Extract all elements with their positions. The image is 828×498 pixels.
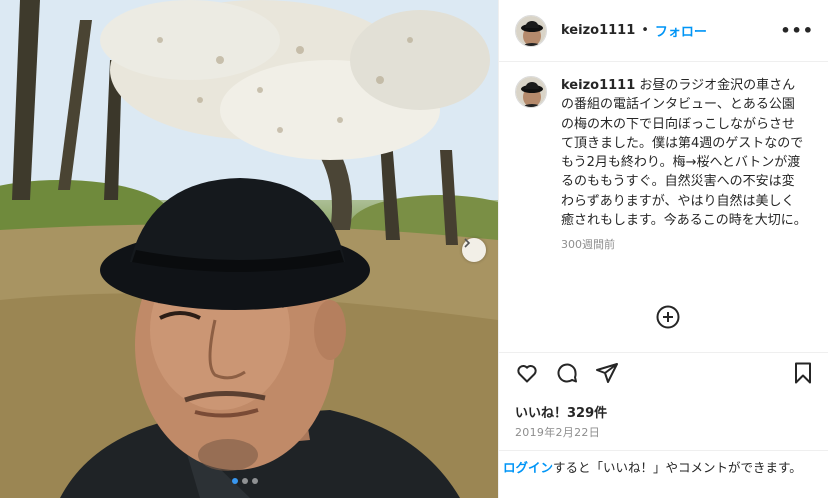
follow-button[interactable]: フォロー xyxy=(655,21,707,40)
heart-icon[interactable] xyxy=(515,361,539,385)
avatar-image xyxy=(516,15,546,46)
caption-username[interactable]: keizo1111 xyxy=(561,78,635,93)
caption-body: お昼のラジオ金沢の車さんの番組の電話インタビュー、とある公園の梅の木の下で日向ぼ… xyxy=(561,78,807,229)
login-prompt-text: すると「いいね！」やコメントができます。 xyxy=(553,460,802,475)
bookmark-icon[interactable] xyxy=(791,361,815,385)
carousel-dot xyxy=(242,478,248,484)
post-photo[interactable] xyxy=(0,0,498,498)
instagram-post: keizo1111 • フォロー ••• keizo1111 お昼のラジオ金沢の… xyxy=(0,0,828,498)
action-bar xyxy=(499,352,828,396)
next-photo-button[interactable] xyxy=(462,238,486,262)
chevron-right-icon xyxy=(464,238,471,248)
share-icon[interactable] xyxy=(595,361,619,385)
like-count[interactable]: いいね！329件 xyxy=(515,402,607,421)
header-username[interactable]: keizo1111 xyxy=(561,23,635,38)
avatar[interactable] xyxy=(515,14,547,47)
post-header: keizo1111 • フォロー ••• xyxy=(499,0,828,62)
caption-area: keizo1111 お昼のラジオ金沢の車さんの番組の電話インタビュー、とある公園… xyxy=(499,62,828,352)
comment-icon[interactable] xyxy=(555,361,579,385)
post-side-panel: keizo1111 • フォロー ••• keizo1111 お昼のラジオ金沢の… xyxy=(498,0,828,498)
carousel-indicator xyxy=(232,478,258,484)
caption-row: keizo1111 お昼のラジオ金沢の車さんの番組の電話インタビュー、とある公園… xyxy=(515,76,815,230)
avatar-image xyxy=(516,77,546,107)
login-link[interactable]: ログイン xyxy=(503,460,553,475)
header-separator: • xyxy=(641,23,649,38)
caption-avatar[interactable] xyxy=(515,76,547,108)
more-options-icon[interactable]: ••• xyxy=(780,21,814,40)
load-more-comments-icon[interactable] xyxy=(656,305,680,329)
post-date: 2019年2月22日 xyxy=(515,426,600,439)
photo-scene xyxy=(0,0,498,498)
caption-timestamp: 300週間前 xyxy=(561,238,615,252)
carousel-dot xyxy=(232,478,238,484)
login-prompt: ログインすると「いいね！」やコメントができます。 xyxy=(499,450,828,498)
carousel-dot xyxy=(252,478,258,484)
caption-text: keizo1111 お昼のラジオ金沢の車さんの番組の電話インタビュー、とある公園… xyxy=(561,76,807,230)
